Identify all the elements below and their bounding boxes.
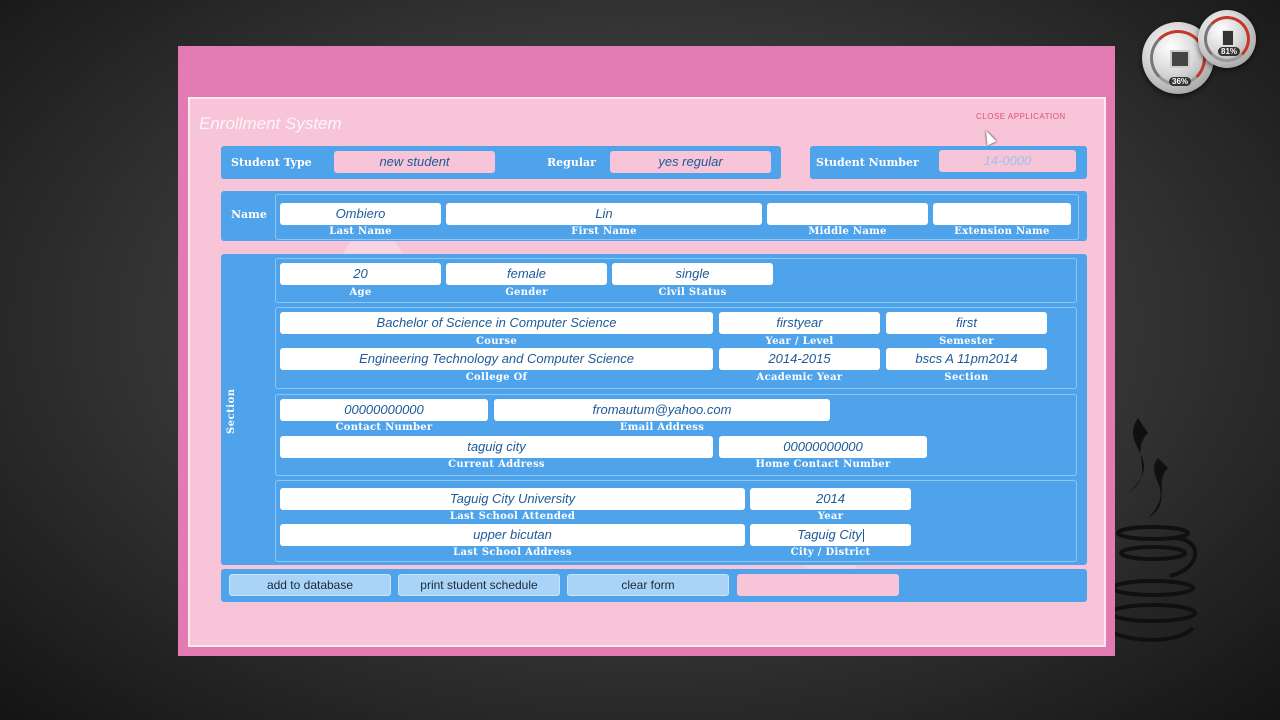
last-name-field[interactable]: Ombiero — [280, 203, 441, 225]
middle-name-field[interactable] — [767, 203, 928, 225]
academic-year-label: Academic Year — [756, 372, 843, 383]
student-type-field[interactable]: new student — [334, 151, 495, 173]
cpu-percent: 36% — [1169, 77, 1192, 86]
course-field[interactable]: Bachelor of Science in Computer Science — [280, 312, 713, 334]
gender-field[interactable]: female — [446, 263, 607, 285]
name-panel: Name Ombiero Last Name Lin First Name Mi… — [221, 191, 1087, 241]
memory-icon — [1222, 30, 1234, 46]
school-address-field[interactable]: upper bicutan — [280, 524, 745, 546]
section-field[interactable]: bscs A 11pm2014 — [886, 348, 1047, 370]
section-label: Section — [944, 372, 989, 383]
memory-percent: 81% — [1218, 47, 1241, 56]
last-school-field[interactable]: Taguig City University — [280, 488, 745, 510]
school-address-label: Last School Address — [453, 547, 572, 558]
city-field[interactable]: Taguig City — [750, 524, 911, 546]
add-to-database-button[interactable]: add to database — [229, 574, 391, 596]
extra-button[interactable] — [737, 574, 899, 596]
app-canvas: Enrollment System CLOSE APPLICATION Stud… — [188, 97, 1106, 647]
city-field-value: Taguig City — [797, 527, 862, 542]
first-name-field[interactable]: Lin — [446, 203, 762, 225]
year-level-field[interactable]: firstyear — [719, 312, 880, 334]
close-application-link[interactable]: CLOSE APPLICATION — [976, 112, 1066, 121]
current-address-label: Current Address — [448, 459, 545, 470]
chip-icon — [1170, 50, 1190, 68]
email-label: Email Address — [619, 422, 705, 433]
college-field[interactable]: Engineering Technology and Computer Scie… — [280, 348, 713, 370]
student-number-panel: Student Number 14-0000 — [810, 146, 1087, 179]
current-address-field[interactable]: taguig city — [280, 436, 713, 458]
first-name-label: First Name — [571, 226, 637, 237]
general-information-label: Section — [226, 388, 237, 434]
memory-meter-gadget: 81% — [1198, 10, 1256, 68]
enrollment-window: Enrollment System CLOSE APPLICATION Stud… — [178, 46, 1115, 656]
course-label: Course — [476, 336, 517, 347]
student-type-label: Student Type — [231, 156, 312, 169]
print-student-schedule-button[interactable]: print student schedule — [398, 574, 560, 596]
last-name-label: Last Name — [329, 226, 392, 237]
contact-number-label: Contact Number — [335, 422, 433, 433]
home-contact-field[interactable]: 00000000000 — [719, 436, 927, 458]
java-logo-icon — [1109, 418, 1198, 642]
contact-number-field[interactable]: 00000000000 — [280, 399, 488, 421]
regular-label: Regular — [547, 156, 596, 169]
middle-name-label: Middle Name — [808, 226, 887, 237]
last-school-label: Last School Attended — [449, 511, 576, 522]
button-bar: add to database print student schedule c… — [221, 569, 1087, 602]
student-type-panel: Student Type new student Regular yes reg… — [221, 146, 781, 179]
gender-label: Gender — [505, 287, 548, 298]
school-year-field[interactable]: 2014 — [750, 488, 911, 510]
age-field[interactable]: 20 — [280, 263, 441, 285]
name-section-label: Name — [231, 208, 267, 221]
clear-form-button[interactable]: clear form — [567, 574, 729, 596]
academic-year-field[interactable]: 2014-2015 — [719, 348, 880, 370]
text-caret — [862, 529, 864, 543]
semester-label: Semester — [939, 336, 994, 347]
extension-name-field[interactable] — [933, 203, 1071, 225]
age-label: Age — [349, 287, 372, 298]
email-field[interactable]: fromautum@yahoo.com — [494, 399, 830, 421]
student-number-label: Student Number — [816, 156, 919, 169]
civil-status-field[interactable]: single — [612, 263, 773, 285]
college-label: College Of — [465, 372, 528, 383]
regular-field[interactable]: yes regular — [610, 151, 771, 173]
city-label: City / District — [790, 547, 871, 558]
home-contact-label: Home Contact Number — [755, 459, 891, 470]
student-number-field[interactable]: 14-0000 — [939, 150, 1076, 172]
civil-status-label: Civil Status — [658, 287, 727, 298]
general-information-panel: Section 20 Age female Gender single Civi… — [221, 254, 1087, 565]
year-level-label: Year / Level — [765, 336, 834, 347]
semester-field[interactable]: first — [886, 312, 1047, 334]
app-title: Enrollment System — [199, 114, 342, 133]
extension-name-label: Extension Name — [954, 226, 1050, 237]
school-year-label: Year — [817, 511, 844, 522]
